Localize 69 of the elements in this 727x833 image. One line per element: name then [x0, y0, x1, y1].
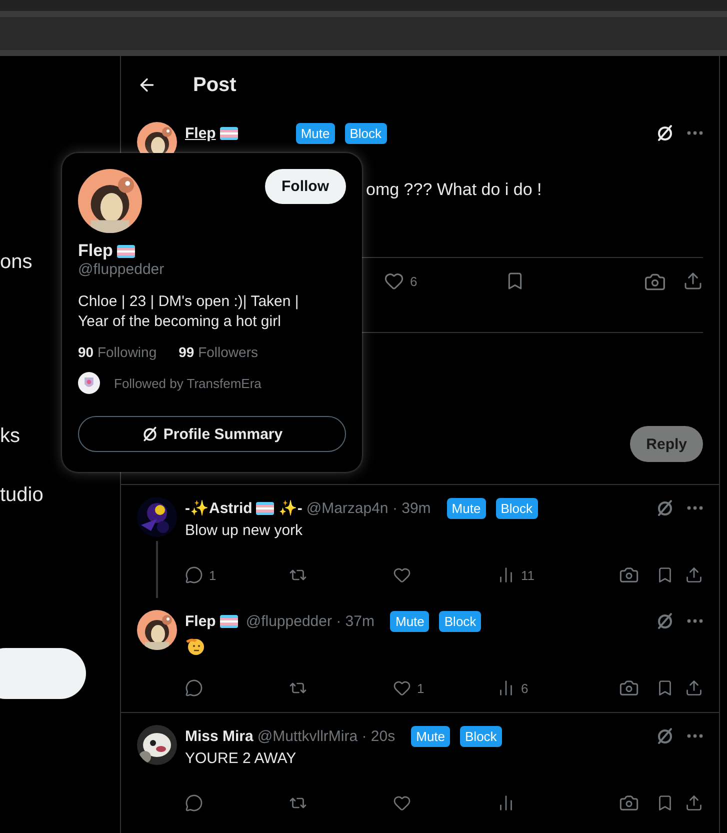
bar-chart-icon — [497, 794, 515, 812]
mute-button[interactable]: Mute — [296, 122, 335, 144]
heart-icon — [393, 794, 411, 812]
author-name[interactable]: -✨Astrid — [185, 499, 252, 517]
more-icon[interactable] — [687, 131, 703, 135]
camera-icon — [619, 678, 639, 698]
nav-item[interactable]: ks — [0, 424, 20, 448]
handle-and-time: @fluppedder · 37m — [246, 612, 374, 630]
nav-item[interactable]: ons — [0, 250, 32, 274]
followed-by-text: Followed by TransfemEra — [114, 376, 262, 390]
mute-button[interactable]: Mute — [446, 498, 486, 518]
follow-count[interactable]: 90 Following — [78, 344, 157, 360]
speech-bubble-icon — [185, 679, 203, 697]
share-icon — [685, 679, 703, 697]
block-button[interactable]: Block — [460, 726, 502, 746]
page-title: Post — [193, 74, 236, 96]
share-icon — [685, 794, 703, 812]
like-button[interactable]: 6 — [384, 271, 505, 291]
camera-icon — [619, 565, 639, 585]
nav-item[interactable]: tudio — [0, 483, 44, 507]
share-icon — [683, 271, 703, 291]
bar-chart-icon — [497, 566, 515, 584]
more-icon[interactable] — [687, 619, 703, 623]
follow-count[interactable]: 99 Followers — [178, 344, 258, 360]
heart-icon — [384, 271, 404, 291]
camera-icon — [619, 793, 639, 813]
follow-button[interactable]: Follow — [264, 169, 346, 204]
profile-summary-button[interactable]: Profile Summary — [78, 416, 346, 452]
speech-bubble-icon — [185, 794, 203, 812]
share-button[interactable] — [683, 271, 703, 291]
block-button[interactable]: Block — [344, 122, 387, 144]
speech-bubble-icon — [185, 566, 203, 584]
profile-name: Flep — [78, 241, 113, 261]
heart-icon — [393, 566, 411, 584]
reply-button[interactable]: 1 — [185, 566, 289, 584]
mute-button[interactable]: Mute — [390, 610, 430, 632]
author-name[interactable]: Flep — [185, 612, 216, 630]
block-button[interactable]: Block — [439, 610, 482, 632]
author-name[interactable]: Flep — [185, 124, 216, 142]
slashed-circle-icon[interactable] — [655, 123, 675, 143]
more-icon[interactable] — [687, 734, 703, 738]
bar-chart-icon — [497, 679, 515, 697]
bookmark-icon — [656, 679, 674, 697]
mute-button[interactable]: Mute — [411, 726, 450, 746]
bookmark-icon — [656, 794, 674, 812]
profile-handle: @fluppedder — [78, 261, 166, 278]
author-name[interactable]: Miss Mira — [185, 728, 254, 744]
saluting-face-icon — [185, 636, 205, 656]
views-button[interactable]: 11 — [497, 566, 601, 584]
share-button[interactable] — [685, 566, 703, 584]
share-icon — [685, 566, 703, 584]
share-button[interactable] — [685, 679, 703, 697]
bookmark-icon — [656, 566, 674, 584]
camera-icon — [644, 271, 666, 293]
block-button[interactable]: Block — [496, 498, 538, 518]
slashed-circle-icon[interactable] — [141, 425, 160, 443]
handle-and-time: @Marzap4n · 39m — [306, 500, 431, 516]
like-button[interactable]: 1 — [393, 679, 497, 697]
heart-icon — [393, 679, 411, 697]
profile-bio: Chloe | 23 | DM's open :)| Taken | Year of the becoming a hot girl — [78, 292, 300, 332]
post-text: omg ??? What do i do ! — [366, 179, 543, 201]
share-button[interactable] — [685, 794, 703, 812]
pill-button[interactable] — [0, 648, 86, 699]
reply-text: Blow up new york — [185, 521, 304, 541]
handle-and-time: @MuttkvllrMira · 20s — [257, 728, 396, 744]
author-name-suffix: ✨- — [278, 499, 302, 517]
reply-text: YOURE 2 AWAY — [185, 749, 298, 769]
more-icon[interactable] — [687, 506, 703, 510]
views-button[interactable]: 6 — [497, 679, 601, 697]
